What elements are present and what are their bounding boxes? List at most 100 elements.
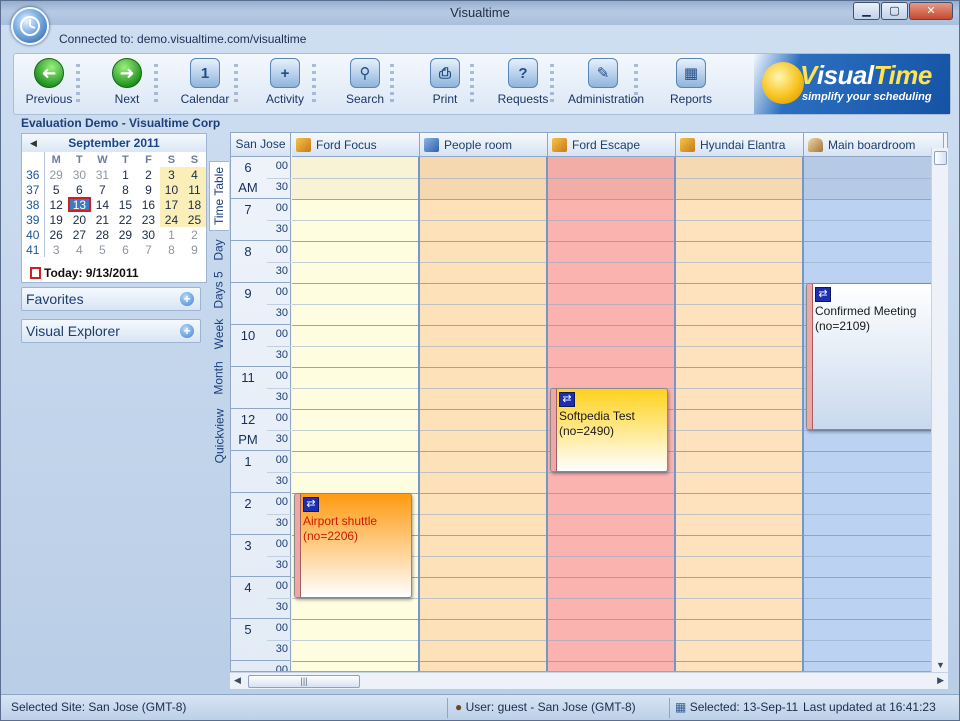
minute-label: 00 xyxy=(275,622,288,634)
calendar-day[interactable]: 21 xyxy=(91,212,114,227)
activity-button[interactable]: + Activity xyxy=(250,58,320,106)
calendar-day[interactable]: 6 xyxy=(114,242,137,257)
calendar-day[interactable]: 6 xyxy=(68,182,91,197)
week-number[interactable]: 37 xyxy=(22,182,45,197)
resource-header[interactable]: People room xyxy=(420,133,548,157)
prev-month-button[interactable]: ◀ xyxy=(30,138,37,149)
previous-button[interactable]: ➜ Previous xyxy=(14,58,84,106)
toolbar-label: Calendar xyxy=(180,92,230,106)
grid-line xyxy=(676,367,802,368)
calendar-day[interactable]: 29 xyxy=(44,167,68,182)
hour-row: 5 00 30 xyxy=(231,619,291,661)
resource-header[interactable]: Ford Focus xyxy=(292,133,420,157)
appointment[interactable]: ⇄ Airport shuttle (no=2206) xyxy=(294,493,412,598)
calendar-day[interactable]: 4 xyxy=(68,242,91,257)
minimize-button[interactable]: ▁ xyxy=(853,2,880,20)
print-button[interactable]: ⎙ Print xyxy=(410,58,480,106)
calendar-day[interactable]: 3 xyxy=(159,167,183,182)
resource-column[interactable] xyxy=(420,157,548,671)
calendar-day[interactable]: 7 xyxy=(137,242,160,257)
vertical-scrollbar[interactable]: ▼ xyxy=(931,148,948,672)
horizontal-scrollbar[interactable]: ◀ ||| ▶ xyxy=(230,672,948,689)
calendar-day[interactable]: 2 xyxy=(137,167,160,182)
resource-column[interactable] xyxy=(676,157,804,671)
week-number[interactable]: 38 xyxy=(22,197,45,212)
reports-button[interactable]: ▦ Reports xyxy=(656,58,726,106)
calendar-day[interactable]: 27 xyxy=(68,227,91,242)
next-button[interactable]: ➜ Next xyxy=(92,58,162,106)
calendar-day[interactable]: 20 xyxy=(68,212,91,227)
calendar-day[interactable]: 4 xyxy=(182,167,206,182)
calendar-day[interactable]: 2 xyxy=(183,227,206,242)
calendar-day[interactable]: 19 xyxy=(44,212,68,227)
calendar-day[interactable]: 8 xyxy=(160,242,183,257)
calendar-day[interactable]: 12 xyxy=(44,197,68,212)
calendar-day[interactable]: 5 xyxy=(44,182,68,197)
grid-line xyxy=(420,199,546,200)
calendar-day[interactable]: 31 xyxy=(91,167,114,182)
calendar-day[interactable]: 26 xyxy=(44,227,68,242)
expand-plus-icon[interactable]: + xyxy=(180,292,194,306)
calendar-day[interactable]: 1 xyxy=(160,227,183,242)
next-month-button[interactable]: ▶ xyxy=(191,138,198,149)
calendar-day[interactable]: 8 xyxy=(114,182,137,197)
scroll-right-arrow-icon[interactable]: ▶ xyxy=(937,675,944,686)
calendar-day[interactable]: 28 xyxy=(91,227,114,242)
calendar-day[interactable]: 5 xyxy=(91,242,114,257)
calendar-day[interactable]: 1 xyxy=(114,167,137,182)
today-link[interactable]: Today: 9/13/2011 xyxy=(30,266,139,280)
view-tab-day[interactable]: Day xyxy=(209,233,229,267)
calendar-day[interactable]: 14 xyxy=(91,197,114,212)
search-button[interactable]: ⚲ Search xyxy=(330,58,400,106)
view-tab-time-table[interactable]: Time Table xyxy=(209,161,229,231)
calendar-day[interactable]: 15 xyxy=(114,197,137,212)
week-number[interactable]: 39 xyxy=(22,212,45,227)
week-number[interactable]: 41 xyxy=(22,242,45,257)
calendar-day[interactable]: 18 xyxy=(182,197,206,212)
calendar-day[interactable]: 24 xyxy=(159,212,183,227)
appointment[interactable]: ⇄ Confirmed Meeting (no=2109) xyxy=(806,283,936,430)
calendar-day[interactable]: 7 xyxy=(91,182,114,197)
calendar-day[interactable]: 17 xyxy=(159,197,183,212)
calendar-day[interactable]: 30 xyxy=(137,227,160,242)
visual-explorer-panel[interactable]: Visual Explorer + xyxy=(21,319,201,343)
resource-header[interactable]: Ford Escape xyxy=(548,133,676,157)
view-tab-quickview[interactable]: Quickview xyxy=(209,401,229,471)
calendar-button[interactable]: 1 Calendar xyxy=(170,58,240,106)
calendar-day[interactable]: 11 xyxy=(182,182,206,197)
vertical-scroll-thumb[interactable] xyxy=(934,151,947,165)
administration-button[interactable]: ✎ Administration xyxy=(568,58,644,106)
view-tab-week[interactable]: Week xyxy=(209,313,229,355)
calendar-day[interactable]: 3 xyxy=(44,242,68,257)
resource-header[interactable]: Hyundai Elantra xyxy=(676,133,804,157)
calendar-small-icon: ▦ xyxy=(675,700,687,714)
resource-header[interactable]: Main boardroom xyxy=(804,133,944,157)
calendar-day[interactable]: 16 xyxy=(137,197,160,212)
requests-button[interactable]: ? Requests xyxy=(488,58,558,106)
calendar-day[interactable]: 25 xyxy=(182,212,206,227)
maximize-button[interactable]: ▢ xyxy=(881,2,908,20)
calendar-day[interactable]: 13 xyxy=(67,197,91,212)
calendar-day[interactable]: 22 xyxy=(114,212,137,227)
calendar-day[interactable]: 10 xyxy=(159,182,183,197)
close-button[interactable]: ✕ xyxy=(909,2,953,20)
appointment[interactable]: ⇄ Softpedia Test (no=2490) xyxy=(550,388,668,472)
grid-line xyxy=(804,430,942,431)
calendar-day[interactable]: 29 xyxy=(114,227,137,242)
horizontal-scroll-thumb[interactable]: ||| xyxy=(248,675,360,688)
view-tab-days-5[interactable]: Days 5 xyxy=(209,269,229,311)
view-tab-month[interactable]: Month xyxy=(209,357,229,399)
calendar-day[interactable]: 9 xyxy=(137,182,160,197)
calendar-day[interactable]: 30 xyxy=(68,167,91,182)
expand-plus-icon[interactable]: + xyxy=(180,324,194,338)
app-menu-orb-icon[interactable] xyxy=(11,7,49,45)
selected-date-status: ▦ Selected: 13-Sep-11 xyxy=(675,700,799,714)
favorites-panel[interactable]: Favorites + xyxy=(21,287,201,311)
week-number[interactable]: 40 xyxy=(22,227,45,242)
calendar-day[interactable]: 9 xyxy=(183,242,206,257)
scroll-down-arrow-icon[interactable]: ▼ xyxy=(932,660,949,670)
week-number[interactable]: 36 xyxy=(22,167,45,182)
scroll-left-arrow-icon[interactable]: ◀ xyxy=(234,675,241,686)
grid-line xyxy=(676,283,802,284)
calendar-day[interactable]: 23 xyxy=(137,212,160,227)
